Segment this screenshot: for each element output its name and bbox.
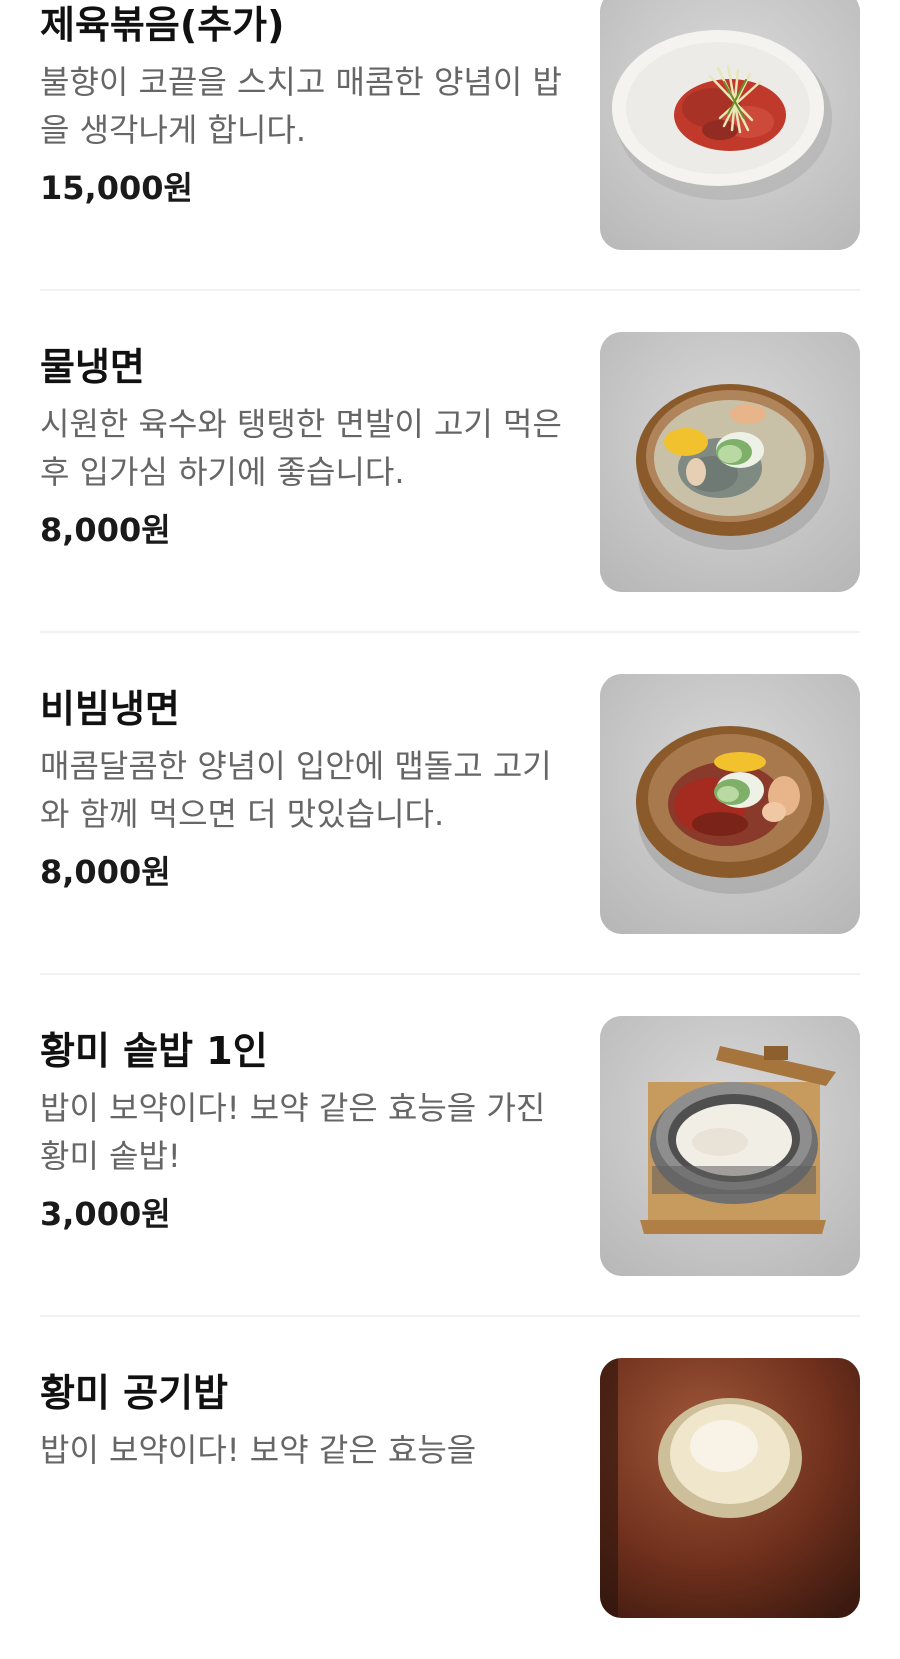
menu-item-description: 불향이 코끝을 스치고 매콤한 양념이 밥을 생각나게 합니다.	[40, 63, 562, 149]
cold-noodle-bowl-icon	[600, 332, 860, 592]
menu-list: 제육볶음(추가) 불향이 코끝을 스치고 매콤한 양념이 밥을 생각나게 합니다…	[0, 0, 900, 1659]
pot-rice-icon	[600, 1016, 860, 1276]
menu-item-cold-noodle[interactable]: 물냉면 시원한 육수와 탱탱한 면발이 고기 먹은 후 입가심 하기에 좋습니다…	[0, 291, 900, 633]
menu-item-text: 황미 공기밥 밥이 보약이다! 보약 같은 효능을	[40, 1368, 570, 1534]
menu-item-text: 비빔냉면 매콤달콤한 양념이 입안에 맵돌고 고기와 함께 먹으면 더 맛있습니…	[40, 684, 570, 894]
cold-noodle-bowl-photo[interactable]	[600, 332, 860, 592]
rice-bowl-icon	[600, 1358, 860, 1618]
menu-item-description: 밥이 보약이다! 보약 같은 효능을	[40, 1431, 477, 1469]
menu-item-pot-rice[interactable]: 황미 솥밥 1인 밥이 보약이다! 보약 같은 효능을 가진 황미 솥밥! 3,…	[0, 975, 900, 1317]
spicy-noodle-bowl-photo[interactable]	[600, 674, 860, 934]
rice-bowl-photo[interactable]	[600, 1358, 860, 1618]
menu-item-description: 시원한 육수와 탱탱한 면발이 고기 먹은 후 입가심 하기에 좋습니다.	[40, 405, 562, 491]
menu-item-name: 제육볶음(추가)	[40, 3, 285, 47]
menu-item-price: 8,000원	[40, 511, 171, 549]
menu-item-spicy-pork[interactable]: 제육볶음(추가) 불향이 코끝을 스치고 매콤한 양념이 밥을 생각나게 합니다…	[0, 0, 900, 291]
menu-item-price: 8,000원	[40, 853, 171, 891]
spicy-pork-plate-icon	[600, 0, 860, 250]
spicy-pork-plate-photo[interactable]	[600, 0, 860, 250]
menu-item-price: 15,000원	[40, 169, 193, 207]
menu-item-rice-bowl[interactable]: 황미 공기밥 밥이 보약이다! 보약 같은 효능을	[0, 1317, 900, 1659]
pot-rice-photo[interactable]	[600, 1016, 860, 1276]
menu-item-name: 비빔냉면	[40, 687, 180, 731]
menu-item-name: 물냉면	[40, 345, 145, 389]
menu-item-description: 매콤달콤한 양념이 입안에 맵돌고 고기와 함께 먹으면 더 맛있습니다.	[40, 747, 552, 833]
spicy-noodle-bowl-icon	[600, 674, 860, 934]
menu-item-description: 밥이 보약이다! 보약 같은 효능을 가진 황미 솥밥!	[40, 1089, 546, 1175]
menu-item-text: 황미 솥밥 1인 밥이 보약이다! 보약 같은 효능을 가진 황미 솥밥! 3,…	[40, 1026, 570, 1236]
menu-item-text: 제육볶음(추가) 불향이 코끝을 스치고 매콤한 양념이 밥을 생각나게 합니다…	[40, 0, 570, 210]
menu-item-name: 황미 솥밥 1인	[40, 1029, 268, 1073]
menu-item-spicy-noodle[interactable]: 비빔냉면 매콤달콤한 양념이 입안에 맵돌고 고기와 함께 먹으면 더 맛있습니…	[0, 633, 900, 975]
menu-item-text: 물냉면 시원한 육수와 탱탱한 면발이 고기 먹은 후 입가심 하기에 좋습니다…	[40, 342, 570, 552]
menu-item-price: 3,000원	[40, 1195, 171, 1233]
menu-item-name: 황미 공기밥	[40, 1371, 229, 1415]
